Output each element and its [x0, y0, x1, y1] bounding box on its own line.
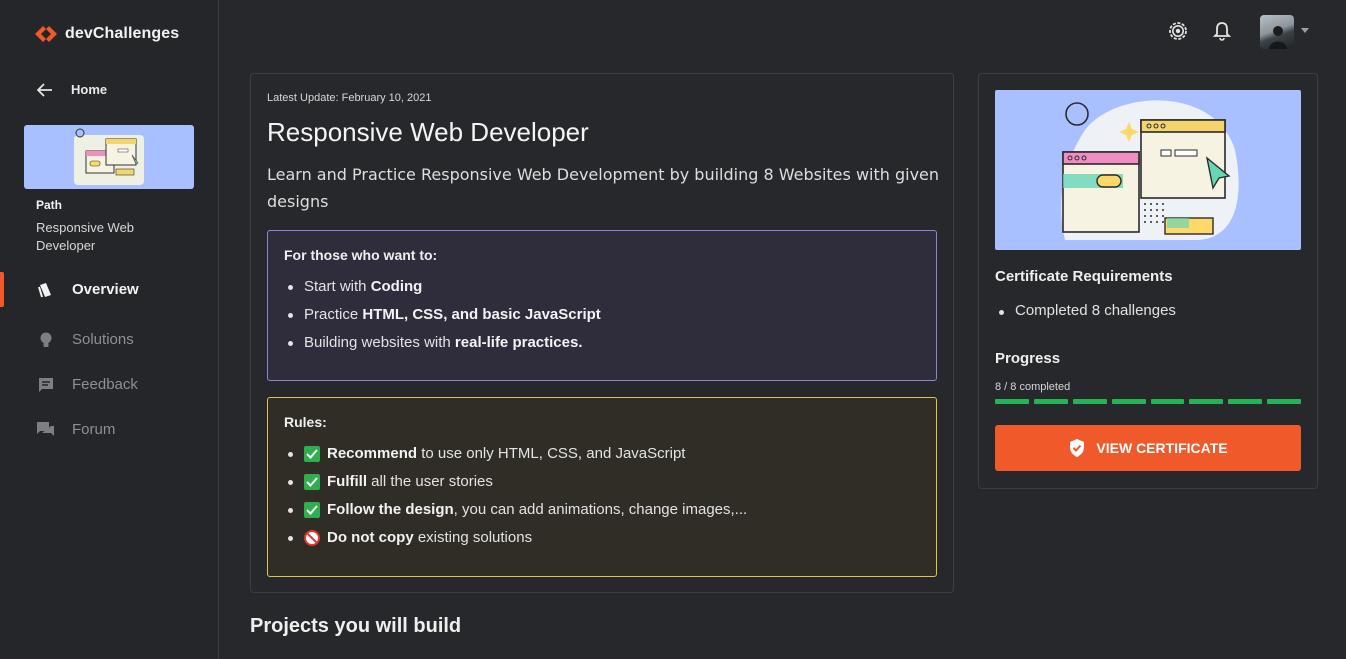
bell-icon[interactable]	[1212, 20, 1232, 42]
overview-icon	[36, 280, 56, 300]
certificate-requirements-title: Certificate Requirements	[995, 268, 1173, 285]
progress-segment	[1033, 399, 1068, 404]
rules-title: Rules:	[284, 414, 327, 430]
path-illustration-icon	[74, 128, 144, 185]
view-certificate-button[interactable]: VIEW CERTIFICATE	[995, 425, 1301, 471]
forum-icon	[36, 420, 56, 440]
progress-bar	[995, 399, 1301, 404]
avatar[interactable]	[1260, 15, 1294, 49]
list-item: Start with Coding	[284, 273, 920, 301]
rules-box: Rules: Recommend to use only HTML, CSS, …	[267, 397, 937, 577]
rules-list: Recommend to use only HTML, CSS, and Jav…	[284, 440, 920, 552]
progress-segment	[1150, 399, 1185, 404]
requirements-list: Completed 8 challenges	[995, 302, 1176, 319]
settings-icon[interactable]	[1167, 20, 1189, 42]
certificate-illustration	[995, 90, 1301, 250]
sidebar: devChallenges Home Path Responsive Web D…	[0, 0, 219, 659]
progress-segment	[1267, 399, 1301, 404]
path-overview-card: Latest Update: February 10, 2021 Respons…	[250, 73, 954, 593]
sidebar-item-forum[interactable]: Forum	[0, 407, 218, 452]
audience-title: For those who want to:	[284, 247, 438, 263]
progress-segment	[1228, 399, 1263, 404]
list-item: Building websites with real-life practic…	[284, 329, 920, 357]
certificate-illustration-icon	[1061, 100, 1239, 240]
check-icon	[304, 502, 320, 518]
sidebar-item-feedback[interactable]: Feedback	[0, 362, 218, 407]
path-thumbnail[interactable]	[24, 125, 194, 189]
sidebar-nav: Overview Solutions Feedback Forum	[0, 272, 218, 452]
sidebar-item-label: Forum	[72, 421, 116, 438]
page-subtitle: Learn and Practice Responsive Web Develo…	[267, 165, 940, 211]
chevron-down-icon[interactable]	[1301, 28, 1309, 33]
home-link[interactable]: Home	[37, 82, 107, 97]
shield-check-icon	[1070, 439, 1085, 457]
list-item: Follow the design, you can add animation…	[284, 496, 920, 524]
projects-heading: Projects you will build	[250, 615, 462, 637]
audience-box: For those who want to: Start with Coding…	[267, 230, 937, 381]
sidebar-item-label: Overview	[72, 281, 139, 298]
list-item: Recommend to use only HTML, CSS, and Jav…	[284, 440, 920, 468]
list-item: Practice HTML, CSS, and basic JavaScript	[284, 301, 920, 329]
view-certificate-label: VIEW CERTIFICATE	[1096, 440, 1228, 456]
path-kicker: Path	[36, 198, 63, 212]
progress-segment	[1111, 399, 1146, 404]
arrow-left-icon	[37, 82, 52, 97]
certificate-card: Certificate Requirements Completed 8 cha…	[978, 73, 1318, 489]
sidebar-item-label: Solutions	[72, 331, 134, 348]
user-photo-icon	[1269, 26, 1287, 49]
sidebar-item-label: Feedback	[72, 376, 138, 393]
no-entry-icon	[304, 530, 320, 546]
progress-text: 8 / 8 completed	[995, 381, 1071, 393]
progress-segment	[1189, 399, 1224, 404]
sidebar-item-solutions[interactable]: Solutions	[0, 317, 218, 362]
brand-logo-link[interactable]: devChallenges	[33, 24, 179, 44]
list-item: Completed 8 challenges	[995, 302, 1176, 319]
feedback-icon	[36, 375, 56, 395]
home-label: Home	[71, 82, 108, 97]
progress-segment	[995, 399, 1029, 404]
list-item: Do not copy existing solutions	[284, 524, 920, 552]
latest-update: Latest Update: February 10, 2021	[267, 92, 432, 104]
audience-list: Start with Coding Practice HTML, CSS, an…	[284, 273, 920, 357]
path-name[interactable]: Responsive Web Developer	[36, 219, 166, 255]
sidebar-item-overview[interactable]: Overview	[0, 272, 218, 307]
lightbulb-icon	[36, 330, 56, 350]
progress-segment	[1072, 399, 1107, 404]
page-title: Responsive Web Developer	[267, 117, 589, 147]
check-icon	[304, 474, 320, 490]
progress-title: Progress	[995, 350, 1061, 367]
brand-name: devChallenges	[65, 25, 180, 42]
list-item: Fulfill all the user stories	[284, 468, 920, 496]
check-icon	[304, 446, 320, 462]
devchallenges-logo-icon	[35, 26, 57, 42]
